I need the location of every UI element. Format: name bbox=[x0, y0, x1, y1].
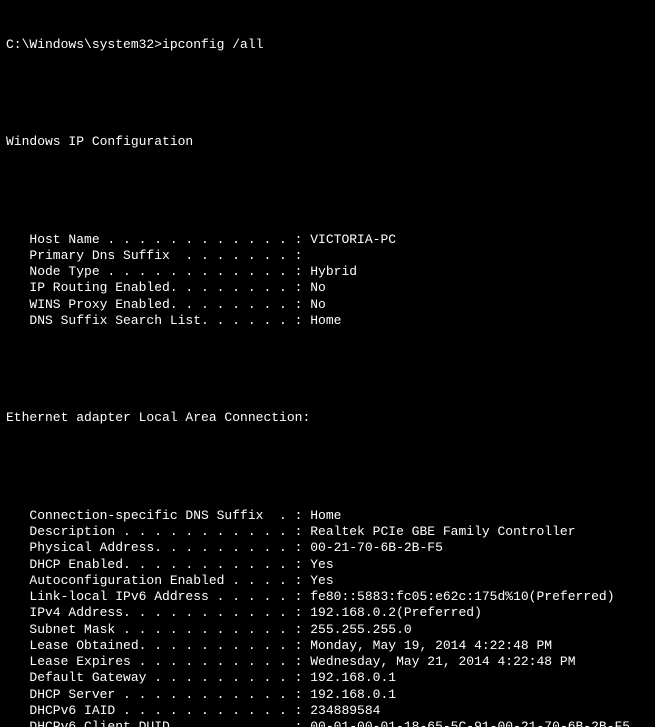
ethernet-row: Lease Expires . . . . . . . . . . : Wedn… bbox=[6, 654, 649, 670]
property-value: No bbox=[310, 280, 326, 296]
command-text: ipconfig /all bbox=[162, 37, 263, 53]
property-label: Lease Expires . . . . . . . . . . : bbox=[6, 654, 310, 670]
blank-line bbox=[6, 362, 649, 378]
property-value: Monday, May 19, 2014 4:22:48 PM bbox=[310, 638, 552, 654]
ethernet-row: DHCP Enabled. . . . . . . . . . . : Yes bbox=[6, 557, 649, 573]
property-value: 234889584 bbox=[310, 703, 380, 719]
property-label: DHCP Enabled. . . . . . . . . . . : bbox=[6, 557, 310, 573]
property-value: Hybrid bbox=[310, 264, 357, 280]
terminal-output[interactable]: C:\Windows\system32>ipconfig /all Window… bbox=[0, 0, 655, 727]
property-label: Physical Address. . . . . . . . . : bbox=[6, 540, 310, 556]
blank-line bbox=[6, 459, 649, 475]
ipconfig-row: DNS Suffix Search List. . . . . . : Home bbox=[6, 313, 649, 329]
ethernet-row: Subnet Mask . . . . . . . . . . . : 255.… bbox=[6, 622, 649, 638]
property-value: Wednesday, May 21, 2014 4:22:48 PM bbox=[310, 654, 575, 670]
ipconfig-row: Node Type . . . . . . . . . . . . : Hybr… bbox=[6, 264, 649, 280]
ethernet-row: Description . . . . . . . . . . . : Real… bbox=[6, 524, 649, 540]
ethernet-row: Physical Address. . . . . . . . . : 00-2… bbox=[6, 540, 649, 556]
property-label: Primary Dns Suffix . . . . . . . : bbox=[6, 248, 302, 264]
property-label: WINS Proxy Enabled. . . . . . . . : bbox=[6, 297, 310, 313]
property-label: Lease Obtained. . . . . . . . . . : bbox=[6, 638, 310, 654]
ethernet-row: DHCPv6 Client DUID. . . . . . . . : 00-0… bbox=[6, 719, 649, 727]
ipconfig-row: Primary Dns Suffix . . . . . . . : bbox=[6, 248, 649, 264]
section-heading-ethernet: Ethernet adapter Local Area Connection: bbox=[6, 410, 649, 426]
ethernet-row: DHCPv6 IAID . . . . . . . . . . . : 2348… bbox=[6, 703, 649, 719]
property-label: Link-local IPv6 Address . . . . . : bbox=[6, 589, 310, 605]
ethernet-row: Connection-specific DNS Suffix . : Home bbox=[6, 508, 649, 524]
ethernet-row: DHCP Server . . . . . . . . . . . : 192.… bbox=[6, 687, 649, 703]
blank-line bbox=[6, 85, 649, 101]
ethernet-row: Default Gateway . . . . . . . . . : 192.… bbox=[6, 670, 649, 686]
property-value: Yes bbox=[310, 573, 333, 589]
property-value: Home bbox=[310, 508, 341, 524]
property-value: VICTORIA-PC bbox=[310, 232, 396, 248]
property-value: 192.168.0.2(Preferred) bbox=[310, 605, 482, 621]
property-value: fe80::5883:fc05:e62c:175d%10(Preferred) bbox=[310, 589, 614, 605]
property-value: Realtek PCIe GBE Family Controller bbox=[310, 524, 575, 540]
property-label: Node Type . . . . . . . . . . . . : bbox=[6, 264, 310, 280]
section-heading-ipconfig: Windows IP Configuration bbox=[6, 134, 649, 150]
blank-line bbox=[6, 183, 649, 199]
ethernet-row: Lease Obtained. . . . . . . . . . : Mond… bbox=[6, 638, 649, 654]
property-label: IP Routing Enabled. . . . . . . . : bbox=[6, 280, 310, 296]
property-label: Host Name . . . . . . . . . . . . : bbox=[6, 232, 310, 248]
property-label: Default Gateway . . . . . . . . . : bbox=[6, 670, 310, 686]
property-label: IPv4 Address. . . . . . . . . . . : bbox=[6, 605, 310, 621]
prompt: C:\Windows\system32> bbox=[6, 37, 162, 53]
property-label: Autoconfiguration Enabled . . . . : bbox=[6, 573, 310, 589]
ipconfig-row: Host Name . . . . . . . . . . . . : VICT… bbox=[6, 232, 649, 248]
property-label: Description . . . . . . . . . . . : bbox=[6, 524, 310, 540]
ethernet-row: IPv4 Address. . . . . . . . . . . : 192.… bbox=[6, 605, 649, 621]
property-label: Connection-specific DNS Suffix . : bbox=[6, 508, 310, 524]
property-label: DHCPv6 IAID . . . . . . . . . . . : bbox=[6, 703, 310, 719]
property-value: 00-01-00-01-18-65-5C-91-00-21-70-6B-2B-F… bbox=[310, 719, 630, 727]
property-value: Home bbox=[310, 313, 341, 329]
ipconfig-row: WINS Proxy Enabled. . . . . . . . : No bbox=[6, 297, 649, 313]
property-label: DHCPv6 Client DUID. . . . . . . . : bbox=[6, 719, 310, 727]
property-label: Subnet Mask . . . . . . . . . . . : bbox=[6, 622, 310, 638]
ipconfig-row: IP Routing Enabled. . . . . . . . : No bbox=[6, 280, 649, 296]
property-label: DNS Suffix Search List. . . . . . : bbox=[6, 313, 310, 329]
property-value: Yes bbox=[310, 557, 333, 573]
property-value: No bbox=[310, 297, 326, 313]
property-value: 192.168.0.1 bbox=[310, 670, 396, 686]
property-label: DHCP Server . . . . . . . . . . . : bbox=[6, 687, 310, 703]
property-value: 192.168.0.1 bbox=[310, 687, 396, 703]
command-line: C:\Windows\system32>ipconfig /all bbox=[6, 37, 649, 53]
property-value: 00-21-70-6B-2B-F5 bbox=[310, 540, 443, 556]
property-value: 255.255.255.0 bbox=[310, 622, 411, 638]
ethernet-row: Link-local IPv6 Address . . . . . : fe80… bbox=[6, 589, 649, 605]
ethernet-row: Autoconfiguration Enabled . . . . : Yes bbox=[6, 573, 649, 589]
